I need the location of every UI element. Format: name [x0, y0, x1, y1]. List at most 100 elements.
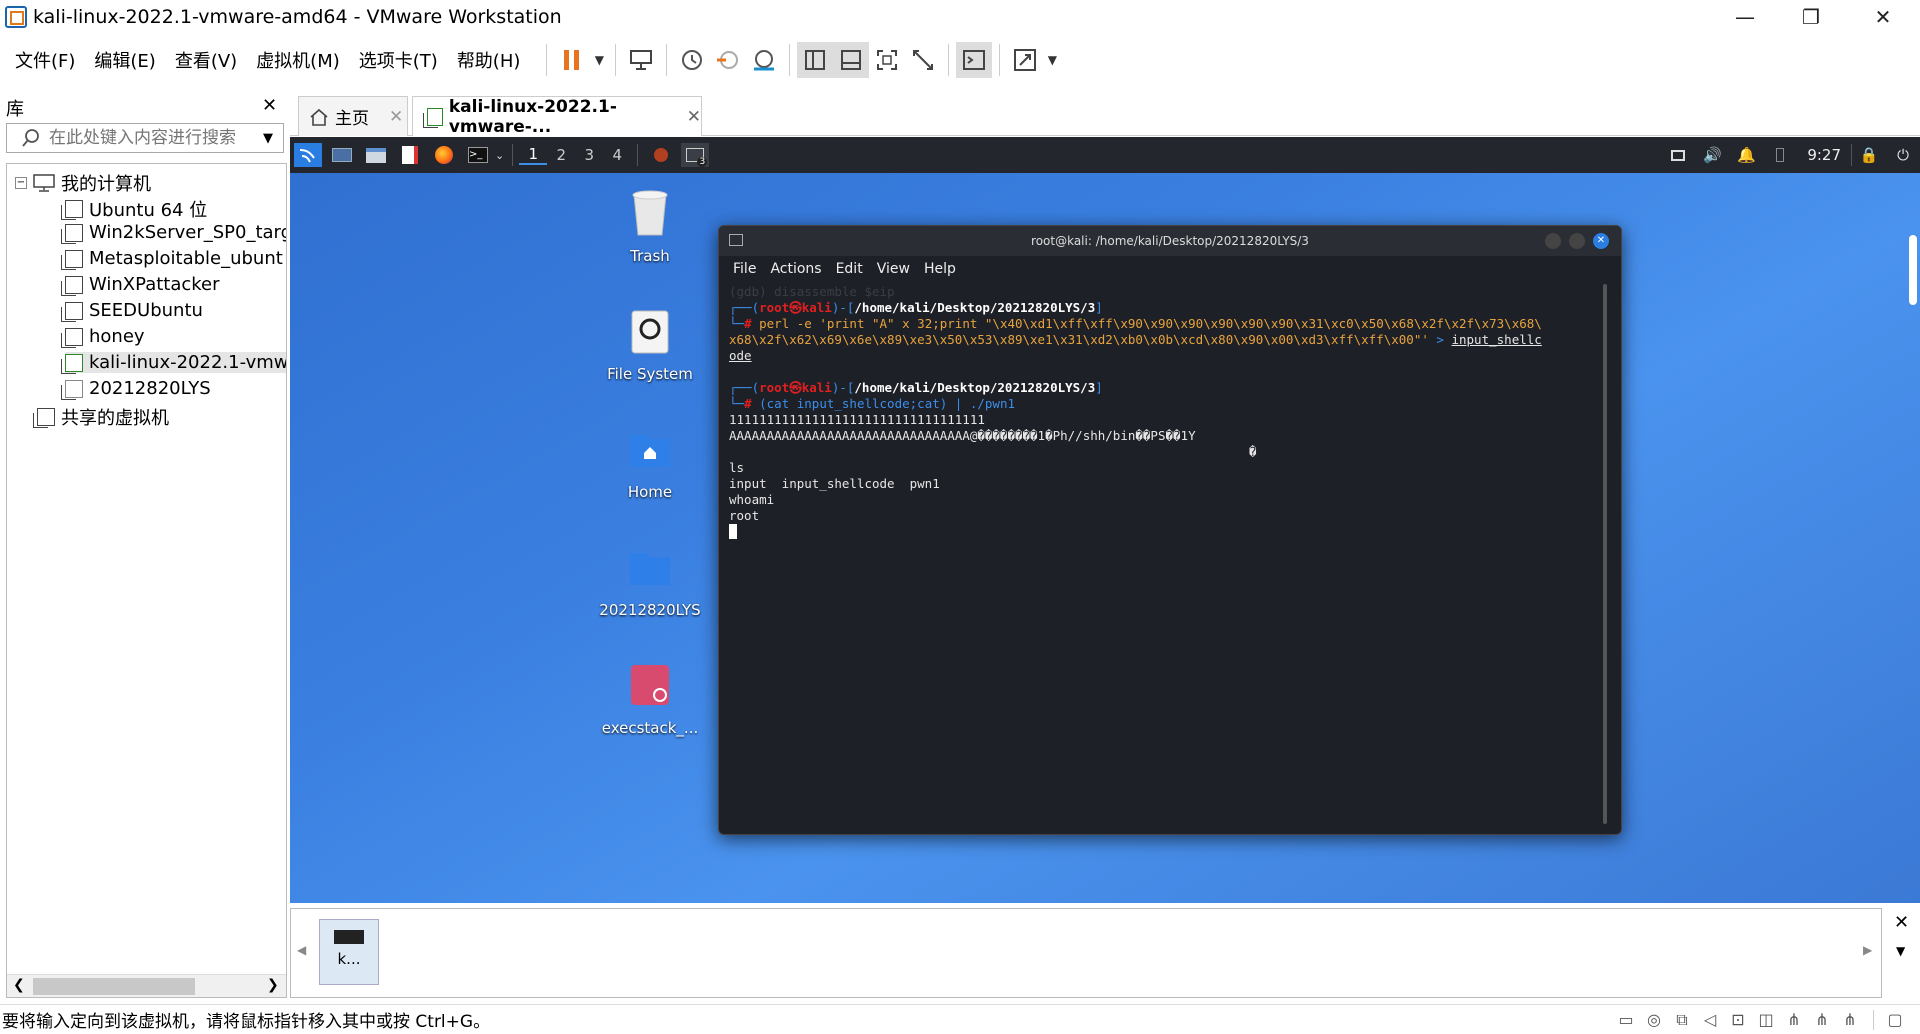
close-button[interactable]: ✕: [1850, 0, 1916, 34]
tree-item-seedubuntu[interactable]: SEEDUbuntu: [61, 300, 203, 322]
scroll-right-icon[interactable]: ❯: [267, 977, 279, 993]
show-desktop-icon[interactable]: [328, 143, 356, 167]
usb-device3-icon[interactable]: ⋔: [1837, 1010, 1863, 1030]
terminal-menu-view[interactable]: View: [877, 261, 910, 277]
desktop-icon-execstack[interactable]: execstack_...: [590, 661, 710, 737]
library-search[interactable]: ▼: [6, 123, 284, 153]
thumb-scroll-left-icon[interactable]: ◀: [297, 943, 306, 957]
thumbnail-dropdown-icon[interactable]: ▼: [1896, 944, 1905, 958]
tab-kali-close-icon[interactable]: ✕: [687, 107, 701, 127]
terminal-scrollbar[interactable]: [1603, 284, 1607, 824]
menu-view[interactable]: 查看(V): [175, 47, 237, 73]
snapshot-icon[interactable]: [674, 42, 710, 78]
tab-home[interactable]: 主页 ✕: [298, 96, 408, 136]
terminal-menu-edit[interactable]: Edit: [836, 261, 863, 277]
firefox-icon[interactable]: [430, 143, 458, 167]
vm-scrollbar-thumb[interactable]: [1909, 235, 1917, 305]
volume-icon[interactable]: 🔊: [1698, 143, 1726, 167]
messages-icon[interactable]: ▢: [1882, 1010, 1908, 1030]
notification-bell-icon[interactable]: 🔔: [1732, 143, 1760, 167]
terminal-close-button[interactable]: ✕: [1593, 233, 1609, 249]
tree-item-ubuntu[interactable]: Ubuntu 64 位: [61, 196, 207, 222]
hard-disk-icon[interactable]: ▭: [1613, 1010, 1639, 1030]
tree-item-metasploitable[interactable]: Metasploitable_ubunt: [61, 248, 283, 270]
tree-item-win2kserver[interactable]: Win2kServer_SP0_targ: [61, 222, 286, 244]
network-icon[interactable]: ⧉: [1669, 1010, 1695, 1030]
desktop-icon-file-system[interactable]: File System: [590, 307, 710, 383]
search-dropdown-icon[interactable]: ▼: [263, 131, 273, 146]
thumb-scroll-right-icon[interactable]: ▶: [1863, 943, 1872, 957]
clock[interactable]: 9:27: [1807, 146, 1841, 164]
minimize-button[interactable]: —: [1712, 0, 1778, 34]
battery-icon[interactable]: [1766, 143, 1794, 167]
console-view-icon[interactable]: [956, 42, 993, 78]
desktop-icon-trash[interactable]: Trash: [590, 189, 710, 265]
text-editor-icon[interactable]: [396, 143, 424, 167]
terminal-maximize-button[interactable]: [1569, 233, 1585, 249]
tab-kali[interactable]: kali-linux-2022.1-vmware-... ✕: [412, 96, 702, 137]
menu-edit[interactable]: 编辑(E): [94, 47, 155, 73]
terminal-titlebar[interactable]: root@kali: /home/kali/Desktop/20212820LY…: [719, 226, 1621, 256]
terminal-menu-help[interactable]: Help: [924, 261, 956, 277]
firefox-task-icon[interactable]: [647, 143, 675, 167]
suspend-icon[interactable]: [554, 42, 590, 78]
library-close-button[interactable]: ✕: [262, 95, 277, 116]
launcher-dropdown-icon[interactable]: ⌄: [495, 149, 504, 162]
usb-device2-icon[interactable]: ⋔: [1809, 1010, 1835, 1030]
display-icon[interactable]: [1664, 143, 1692, 167]
tree-item-winxpattacker[interactable]: WinXPattacker: [61, 274, 220, 296]
desktop-icon-home[interactable]: Home: [590, 425, 710, 501]
usb-device-icon[interactable]: ⋔: [1781, 1010, 1807, 1030]
tree-item-20212820lys[interactable]: 20212820LYS: [61, 378, 211, 400]
send-ctrl-alt-del-icon[interactable]: [623, 42, 659, 78]
stretch-guest-icon[interactable]: [1007, 42, 1043, 78]
lock-icon[interactable]: 🔒: [1855, 143, 1883, 167]
workspace-3[interactable]: 3: [575, 146, 603, 164]
terminal-window[interactable]: root@kali: /home/kali/Desktop/20212820LY…: [718, 225, 1622, 835]
thumbnail-close-icon[interactable]: ✕: [1894, 912, 1909, 933]
file-manager-icon[interactable]: [362, 143, 390, 167]
thumbnail-kali[interactable]: k...: [319, 919, 379, 985]
horizontal-scrollbar[interactable]: ❮ ❯: [7, 974, 286, 997]
terminal-task-icon[interactable]: 3: [681, 143, 710, 167]
collapse-icon[interactable]: −: [15, 177, 27, 189]
desktop-icon-20212820lys[interactable]: 20212820LYS: [590, 543, 710, 619]
snapshot-manager-icon[interactable]: [746, 42, 782, 78]
restore-button[interactable]: ❐: [1778, 0, 1844, 34]
terminal-menu-file[interactable]: File: [733, 261, 756, 277]
tab-home-close-icon[interactable]: ✕: [389, 107, 403, 127]
stretch-dropdown-icon[interactable]: ▼: [1043, 42, 1061, 78]
sound-icon[interactable]: ◁: [1697, 1010, 1723, 1030]
power-menu-icon[interactable]: ⏻: [1889, 143, 1917, 167]
scroll-left-icon[interactable]: ❮: [13, 977, 25, 993]
usb-icon[interactable]: ⊡: [1725, 1010, 1751, 1030]
menu-file[interactable]: 文件(F): [15, 47, 75, 73]
tree-node-shared[interactable]: 共享的虚拟机: [33, 404, 169, 430]
tree-item-kali[interactable]: kali-linux-2022.1-vmw: [61, 352, 286, 374]
scrollbar-thumb[interactable]: [33, 978, 195, 995]
power-dropdown-icon[interactable]: ▼: [590, 42, 608, 78]
kali-menu-icon[interactable]: [294, 143, 322, 167]
unity-icon[interactable]: [905, 42, 941, 78]
menu-vm[interactable]: 虚拟机(M): [256, 47, 340, 73]
tree-item-honey[interactable]: honey: [61, 326, 145, 348]
camera-icon[interactable]: ◫: [1753, 1010, 1779, 1030]
revert-snapshot-icon[interactable]: [710, 42, 746, 78]
search-input[interactable]: [49, 128, 259, 148]
workspace-2[interactable]: 2: [547, 146, 575, 164]
workspace-4[interactable]: 4: [603, 146, 631, 164]
full-screen-icon[interactable]: [869, 42, 905, 78]
menu-help[interactable]: 帮助(H): [457, 47, 521, 73]
tree-node-my-computer[interactable]: − 我的计算机: [15, 170, 151, 196]
menu-tabs[interactable]: 选项卡(T): [359, 47, 438, 73]
cd-dvd-icon[interactable]: ◎: [1641, 1010, 1667, 1030]
terminal-minimize-button[interactable]: [1545, 233, 1561, 249]
terminal-menu-actions[interactable]: Actions: [770, 261, 821, 277]
workspace-1[interactable]: 1: [519, 145, 548, 165]
prompt-user: root㉿kali: [759, 380, 832, 395]
vm-display[interactable]: >_ ⌄ 1 2 3 4 3 🔊 🔔 9:27 🔒 ⏻ Trash File S…: [290, 137, 1920, 903]
show-thumbnail-icon[interactable]: [833, 42, 870, 78]
show-library-icon[interactable]: [797, 42, 834, 78]
terminal-output[interactable]: (gdb) disassemble $eip ┌──(root㉿kali)-[/…: [729, 284, 1599, 540]
terminal-launcher-icon[interactable]: >_: [464, 143, 492, 167]
